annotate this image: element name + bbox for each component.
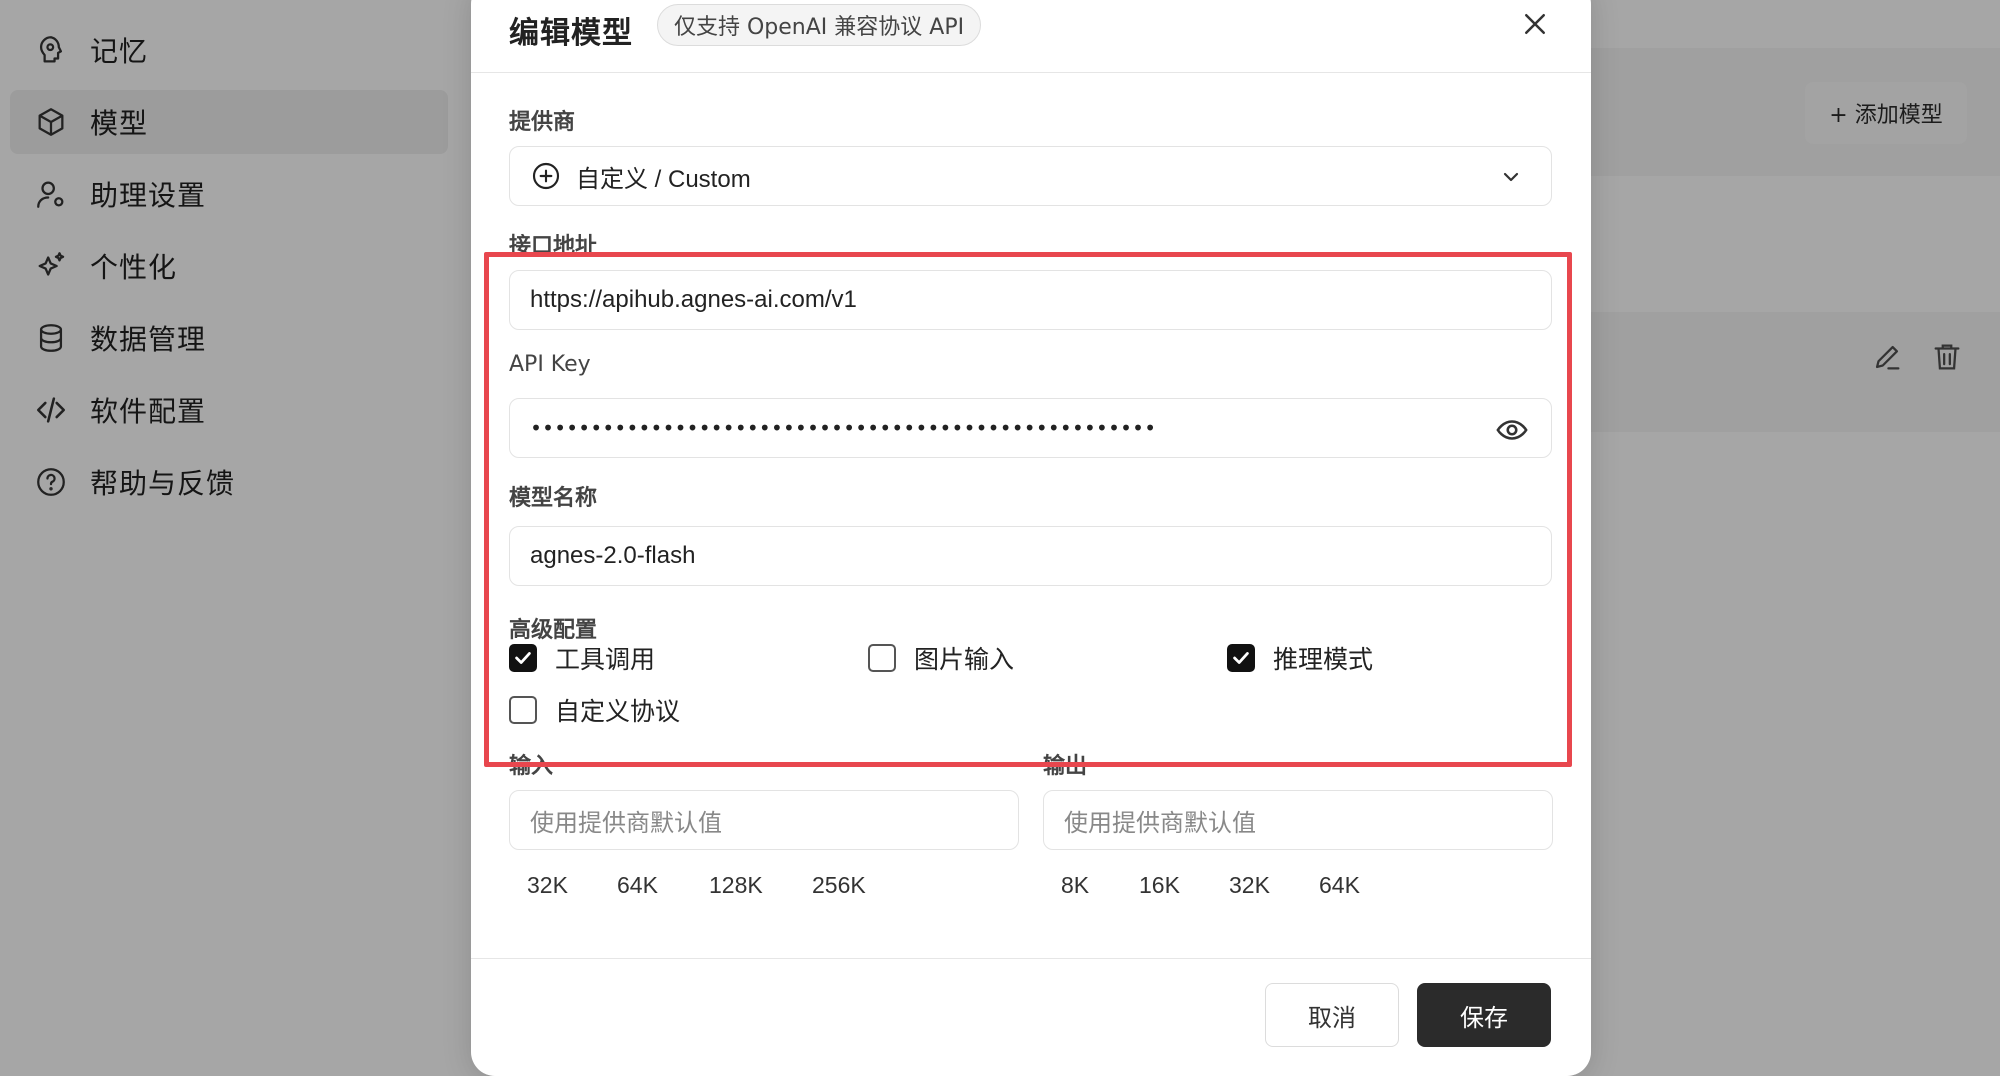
input-preset-256k[interactable]: 256K bbox=[812, 872, 866, 899]
provider-value: 自定义 / Custom bbox=[576, 165, 751, 193]
sidebar-item-label: 记忆 bbox=[90, 35, 149, 68]
cube-icon bbox=[32, 103, 70, 141]
output-preset-32k[interactable]: 32K bbox=[1229, 872, 1270, 899]
code-icon bbox=[32, 391, 70, 429]
help-icon bbox=[32, 463, 70, 501]
input-preset-128k[interactable]: 128K bbox=[709, 872, 763, 899]
provider-label: 提供商 bbox=[509, 110, 576, 135]
input-preset-64k[interactable]: 64K bbox=[617, 872, 658, 899]
output-preset-64k[interactable]: 64K bbox=[1319, 872, 1360, 899]
provider-select[interactable]: 自定义 / Custom bbox=[509, 146, 1552, 206]
database-icon bbox=[32, 319, 70, 357]
close-button[interactable] bbox=[1513, 2, 1557, 46]
sidebar-item-memory[interactable]: 记忆 bbox=[10, 18, 448, 82]
sparkles-icon bbox=[32, 247, 70, 285]
sidebar: 记忆 模型 助理设置 个性化 数据管理 软件配置 帮助与反馈 bbox=[0, 0, 460, 1076]
footer-divider bbox=[471, 958, 1591, 959]
sidebar-item-label: 助理设置 bbox=[90, 179, 207, 212]
sidebar-item-label: 软件配置 bbox=[90, 395, 207, 428]
user-settings-icon bbox=[32, 175, 70, 213]
sidebar-item-models[interactable]: 模型 bbox=[10, 90, 448, 154]
cancel-button[interactable]: 取消 bbox=[1265, 983, 1399, 1047]
save-button[interactable]: 保存 bbox=[1417, 983, 1551, 1047]
input-context-field[interactable]: 使用提供商默认值 bbox=[509, 790, 1019, 850]
add-model-button[interactable]: + 添加模型 bbox=[1805, 82, 1967, 144]
dialog-header: 编辑模型 仅支持 OpenAI 兼容协议 API bbox=[471, 0, 1591, 73]
edit-icon[interactable] bbox=[1870, 340, 1904, 374]
sidebar-item-label: 模型 bbox=[90, 107, 149, 140]
plus-circle-icon bbox=[532, 162, 560, 190]
output-preset-16k[interactable]: 16K bbox=[1139, 872, 1180, 899]
trash-icon[interactable] bbox=[1930, 340, 1964, 374]
sidebar-item-software-config[interactable]: 软件配置 bbox=[10, 378, 448, 442]
sidebar-item-personalization[interactable]: 个性化 bbox=[10, 234, 448, 298]
compat-badge: 仅支持 OpenAI 兼容协议 API bbox=[657, 4, 982, 46]
output-preset-8k[interactable]: 8K bbox=[1061, 872, 1089, 899]
output-context-field[interactable]: 使用提供商默认值 bbox=[1043, 790, 1553, 850]
chevron-down-icon bbox=[1503, 172, 1519, 182]
sidebar-item-assistant-settings[interactable]: 助理设置 bbox=[10, 162, 448, 226]
dialog-title: 编辑模型 bbox=[509, 16, 633, 51]
input-preset-32k[interactable]: 32K bbox=[527, 872, 568, 899]
close-icon bbox=[1525, 14, 1545, 34]
sidebar-item-data-management[interactable]: 数据管理 bbox=[10, 306, 448, 370]
sidebar-item-help-feedback[interactable]: 帮助与反馈 bbox=[10, 450, 448, 514]
sidebar-item-label: 帮助与反馈 bbox=[90, 467, 236, 500]
memory-icon bbox=[32, 31, 70, 69]
sidebar-item-label: 个性化 bbox=[90, 251, 178, 284]
highlight-annotation bbox=[484, 252, 1572, 767]
sidebar-item-label: 数据管理 bbox=[90, 323, 207, 356]
